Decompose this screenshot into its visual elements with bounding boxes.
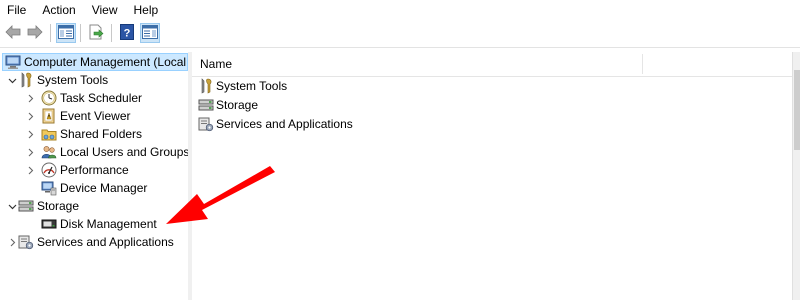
disk-management-icon xyxy=(41,216,57,232)
shared-folder-icon xyxy=(41,126,57,142)
system-tools-icon xyxy=(18,72,34,88)
svg-text:?: ? xyxy=(124,27,131,39)
system-tools-icon xyxy=(198,78,214,94)
computer-management-icon xyxy=(5,54,21,70)
help-button[interactable]: ? xyxy=(117,23,137,43)
chevron-right-icon[interactable] xyxy=(24,143,36,161)
tree-item-label: Services and Applications xyxy=(37,235,174,249)
tree-item-label: Computer Management (Local xyxy=(24,55,187,69)
chevron-right-icon[interactable] xyxy=(24,107,36,125)
menu-help[interactable]: Help xyxy=(126,0,167,20)
storage-icon xyxy=(198,97,214,113)
show-hide-action-pane-button[interactable] xyxy=(140,23,160,43)
clock-icon xyxy=(41,90,57,106)
tree-item-label: Local Users and Groups xyxy=(60,145,189,159)
tree-item-disk-management[interactable]: Disk Management xyxy=(36,215,157,233)
forward-button[interactable] xyxy=(25,23,45,43)
toolbar: ? xyxy=(0,20,800,48)
services-icon xyxy=(18,234,34,250)
show-hide-action-pane-icon xyxy=(142,24,158,42)
list-item-label: System Tools xyxy=(216,79,288,93)
list-item[interactable]: Storage xyxy=(198,96,258,114)
tree-item-services-and-applications[interactable]: Services and Applications xyxy=(6,233,174,251)
tree-item-event-viewer[interactable]: Event Viewer xyxy=(24,107,130,125)
services-icon xyxy=(198,116,214,132)
vertical-scrollbar[interactable] xyxy=(792,52,800,300)
forward-arrow-icon xyxy=(27,24,43,42)
help-icon: ? xyxy=(120,23,134,43)
chevron-right-icon[interactable] xyxy=(24,89,36,107)
menu-view[interactable]: View xyxy=(84,0,126,20)
export-list-button[interactable] xyxy=(86,23,106,43)
device-manager-icon xyxy=(41,180,57,196)
event-viewer-icon xyxy=(41,108,57,124)
scrollbar-thumb[interactable] xyxy=(794,70,800,150)
toolbar-separator xyxy=(80,24,81,42)
tree-item-label: Storage xyxy=(37,199,80,213)
tree-item-label: Performance xyxy=(60,163,129,177)
chevron-down-icon[interactable] xyxy=(6,197,18,215)
tree-item-label: System Tools xyxy=(37,73,109,87)
back-button[interactable] xyxy=(3,23,23,43)
column-header: Name xyxy=(192,52,792,77)
tree-item-label: Shared Folders xyxy=(60,127,143,141)
menu-action[interactable]: Action xyxy=(34,0,83,20)
export-list-icon xyxy=(88,24,104,43)
chevron-right-icon[interactable] xyxy=(6,233,18,251)
chevron-right-icon[interactable] xyxy=(24,161,36,179)
tree-item-label: Disk Management xyxy=(60,217,157,231)
tree-item-task-scheduler[interactable]: Task Scheduler xyxy=(24,89,142,107)
list-item-label: Services and Applications xyxy=(216,117,353,131)
tree-item-label: Event Viewer xyxy=(60,109,131,123)
tree-item-local-users-and-groups[interactable]: Local Users and Groups xyxy=(24,143,189,161)
storage-icon xyxy=(18,198,34,214)
back-arrow-icon xyxy=(5,24,21,42)
tree-item-label: Device Manager xyxy=(60,181,148,195)
tree-item-storage[interactable]: Storage xyxy=(6,197,79,215)
column-header-name[interactable]: Name xyxy=(200,57,232,71)
show-hide-console-tree-button[interactable] xyxy=(56,23,76,43)
chevron-down-icon[interactable] xyxy=(6,71,18,89)
toolbar-separator xyxy=(50,24,51,42)
list-item[interactable]: System Tools xyxy=(198,77,287,95)
tree-item-system-tools[interactable]: System Tools xyxy=(6,71,108,89)
tree-item-device-manager[interactable]: Device Manager xyxy=(36,179,147,197)
console-tree: Computer Management (Local System Tools … xyxy=(0,52,189,300)
details-list: Name System Tools Storage Services and A… xyxy=(192,52,792,300)
list-item[interactable]: Services and Applications xyxy=(198,115,353,133)
performance-icon xyxy=(41,162,57,178)
chevron-right-icon[interactable] xyxy=(24,125,36,143)
tree-item-performance[interactable]: Performance xyxy=(24,161,129,179)
users-icon xyxy=(41,144,57,160)
menu-file[interactable]: File xyxy=(0,0,34,20)
list-item-label: Storage xyxy=(216,98,259,112)
tree-item-shared-folders[interactable]: Shared Folders xyxy=(24,125,142,143)
tree-item-label: Task Scheduler xyxy=(60,91,143,105)
show-hide-console-tree-icon xyxy=(58,24,74,42)
tree-item-computer-management[interactable]: Computer Management (Local xyxy=(2,53,188,71)
menu-bar: File Action View Help xyxy=(0,0,800,20)
toolbar-separator xyxy=(111,24,112,42)
column-divider[interactable] xyxy=(642,54,643,74)
